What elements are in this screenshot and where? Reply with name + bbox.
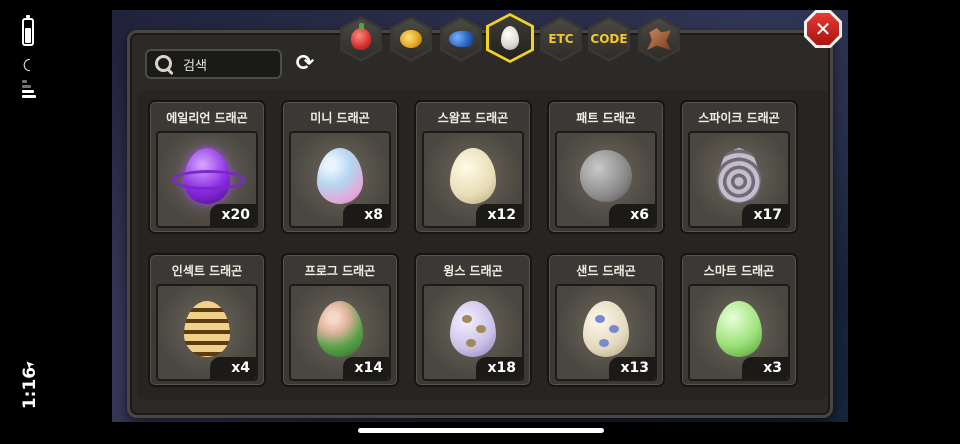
smart-egg-icon xyxy=(716,300,762,357)
item-name: 윙스 드래곤 xyxy=(443,264,503,278)
item-count: x17 xyxy=(742,204,788,226)
signal-icon xyxy=(22,80,36,100)
item-card[interactable]: 스마트 드래곤 x3 xyxy=(680,253,798,387)
item-name: 인섹트 드래곤 xyxy=(171,264,243,278)
item-card[interactable]: 샌드 드래곤 x13 xyxy=(547,253,665,387)
status-bar: ◠ ➤ 1:16 xyxy=(0,0,60,444)
item-frame: x14 xyxy=(289,284,391,381)
fat-egg-icon xyxy=(580,149,632,202)
close-icon: ✕ xyxy=(814,17,832,41)
egg-icon xyxy=(501,26,519,50)
item-frame: x18 xyxy=(422,284,524,381)
item-card[interactable]: 스왐프 드래곤 x12 xyxy=(414,100,532,234)
alien-egg-icon xyxy=(172,147,246,204)
close-button[interactable]: ✕ xyxy=(804,10,842,48)
item-count: x20 xyxy=(210,204,256,226)
tab-etc-label: ETC xyxy=(548,32,574,46)
item-count: x13 xyxy=(609,357,655,379)
item-name: 스마트 드래곤 xyxy=(703,264,775,278)
item-frame: x20 xyxy=(156,131,258,228)
item-frame: x17 xyxy=(688,131,790,228)
refresh-button[interactable]: ⟳ xyxy=(292,51,318,77)
item-count: x4 xyxy=(210,357,256,379)
item-frame: x4 xyxy=(156,284,258,381)
item-frame: x13 xyxy=(555,284,657,381)
home-indicator[interactable] xyxy=(358,428,604,433)
item-count: x6 xyxy=(609,204,655,226)
item-name: 프로그 드래곤 xyxy=(304,264,376,278)
item-frame: x3 xyxy=(688,284,790,381)
insect-egg-icon xyxy=(184,300,230,357)
item-count: x18 xyxy=(476,357,522,379)
search-placeholder: 검색 xyxy=(183,58,207,74)
item-card[interactable]: 에일리언 드래곤 x20 xyxy=(148,100,266,234)
item-name: 패트 드래곤 xyxy=(576,111,636,125)
swamp-egg-icon xyxy=(450,147,496,204)
spike-egg-icon xyxy=(716,147,762,204)
wings-egg-icon xyxy=(450,300,496,357)
sand-egg-icon xyxy=(583,300,629,357)
item-card[interactable]: 패트 드래곤 x6 xyxy=(547,100,665,234)
fish-icon xyxy=(449,31,473,47)
item-name: 샌드 드래곤 xyxy=(576,264,636,278)
item-card[interactable]: 미니 드래곤 x8 xyxy=(281,100,399,234)
frog-egg-icon xyxy=(317,300,363,357)
search-icon xyxy=(153,53,175,75)
item-count: x14 xyxy=(343,357,389,379)
item-name: 스왐프 드래곤 xyxy=(437,111,509,125)
coin-icon xyxy=(400,30,422,48)
item-card[interactable]: 인섹트 드래곤 x4 xyxy=(148,253,266,387)
item-frame: x8 xyxy=(289,131,391,228)
item-name: 에일리언 드래곤 xyxy=(166,111,248,125)
battery-icon xyxy=(22,15,34,46)
status-time: 1:16 xyxy=(20,366,40,410)
item-frame: x6 xyxy=(555,131,657,228)
wifi-icon: ◠ xyxy=(19,58,38,72)
search-input[interactable]: 검색 xyxy=(145,49,282,79)
item-name: 미니 드래곤 xyxy=(310,111,370,125)
item-name: 스파이크 드래곤 xyxy=(698,111,780,125)
dragon-icon xyxy=(647,28,671,50)
item-frame: x12 xyxy=(422,131,524,228)
item-card[interactable]: 윙스 드래곤 x18 xyxy=(414,253,532,387)
tab-code-label: CODE xyxy=(590,32,628,46)
mini-egg-icon xyxy=(317,147,363,204)
fruit-icon xyxy=(351,23,371,50)
item-count: x8 xyxy=(343,204,389,226)
item-card[interactable]: 프로그 드래곤 x14 xyxy=(281,253,399,387)
item-card[interactable]: 스파이크 드래곤 x17 xyxy=(680,100,798,234)
item-count: x3 xyxy=(742,357,788,379)
item-count: x12 xyxy=(476,204,522,226)
